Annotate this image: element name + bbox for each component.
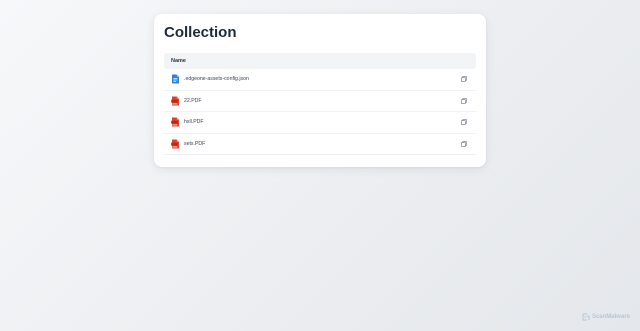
copy-icon[interactable] bbox=[460, 118, 468, 126]
watermark-label: ScanMalware bbox=[591, 314, 630, 320]
pdf-file-icon bbox=[171, 117, 180, 127]
column-header-name: Name bbox=[171, 58, 186, 64]
table-row[interactable]: 22.PDF bbox=[164, 91, 476, 112]
file-name[interactable]: 22.PDF bbox=[184, 98, 460, 104]
table-row[interactable]: hxll.PDF bbox=[164, 112, 476, 134]
copy-icon[interactable] bbox=[460, 140, 468, 148]
copy-icon[interactable] bbox=[460, 75, 468, 83]
file-table: Name .edgeone-assets-config.json 22.PDF … bbox=[164, 53, 476, 155]
collection-card: Collection Name .edgeone-assets-config.j… bbox=[154, 14, 486, 167]
file-name[interactable]: hxll.PDF bbox=[184, 119, 460, 125]
pdf-file-icon bbox=[171, 139, 180, 149]
file-name[interactable]: .edgeone-assets-config.json bbox=[184, 76, 460, 82]
table-row[interactable]: .edgeone-assets-config.json bbox=[164, 69, 476, 91]
file-name[interactable]: sets.PDF bbox=[184, 141, 460, 147]
page-title: Collection bbox=[164, 24, 237, 41]
pdf-file-icon bbox=[171, 96, 180, 106]
table-header: Name bbox=[164, 53, 476, 69]
copy-icon[interactable] bbox=[460, 97, 468, 105]
table-row[interactable]: sets.PDF bbox=[164, 134, 476, 155]
scanmalware-watermark: ScanMalware bbox=[582, 313, 630, 321]
json-file-icon bbox=[171, 74, 180, 84]
scanmalware-logo-icon bbox=[582, 313, 590, 321]
